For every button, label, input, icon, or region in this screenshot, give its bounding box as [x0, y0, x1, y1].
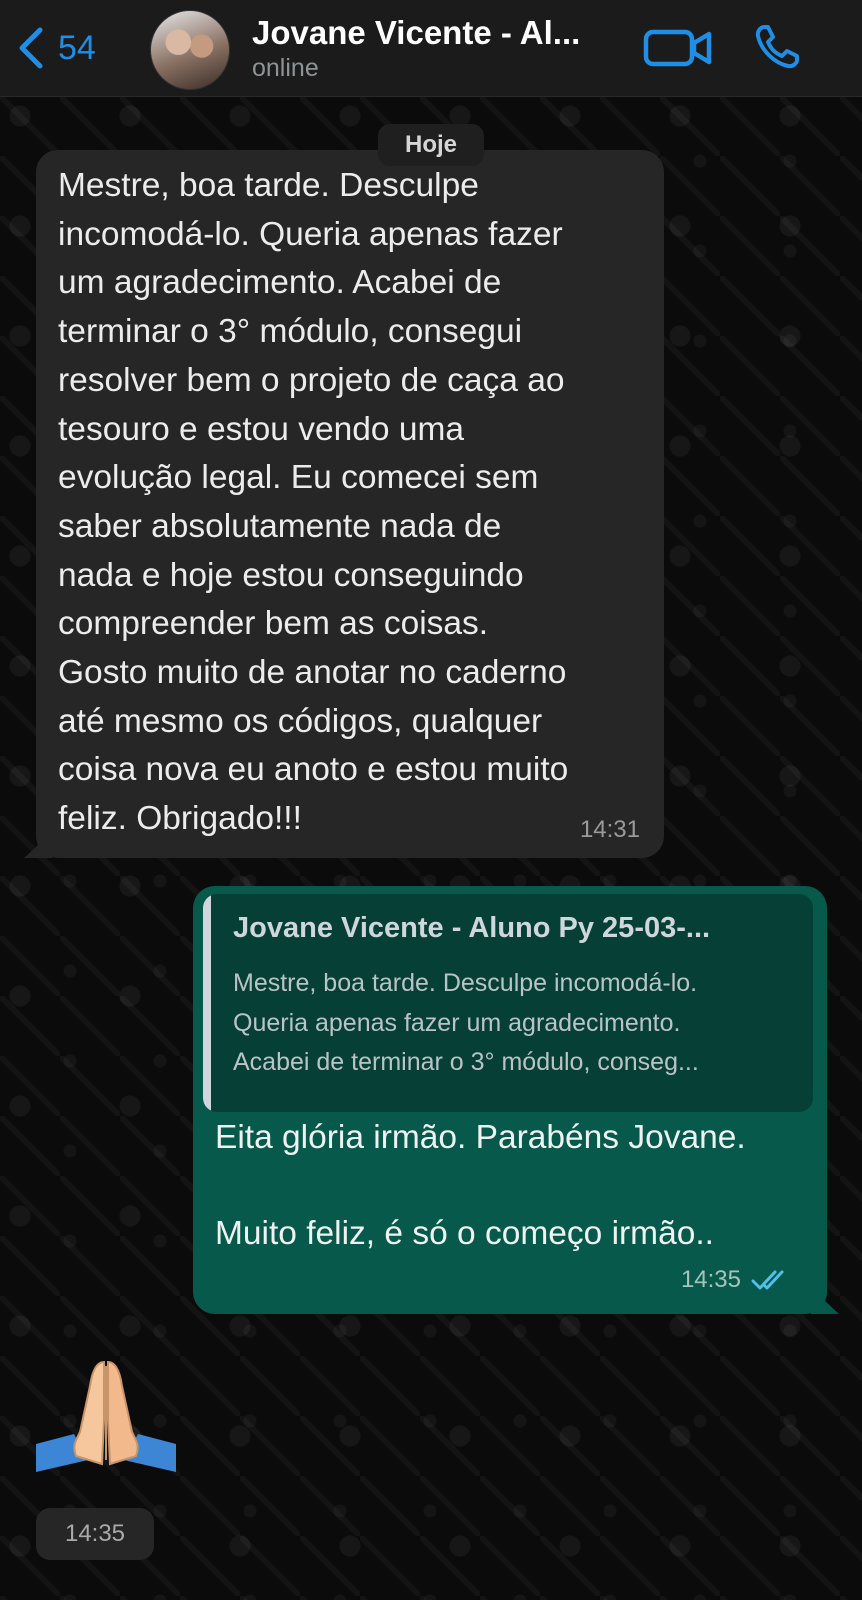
- incoming-message[interactable]: Mestre, boa tarde. Desculpe incomodá-lo.…: [36, 150, 664, 858]
- folded-hands-icon[interactable]: [36, 1360, 176, 1472]
- phone-call-icon[interactable]: [752, 22, 802, 72]
- message-time: 14:31: [579, 816, 640, 843]
- back-button[interactable]: 54: [16, 22, 96, 74]
- quoted-reply[interactable]: Jovane Vicente - Aluno Py 25-03-... Mest…: [203, 894, 813, 1112]
- message-meta: 14:35: [681, 1266, 791, 1294]
- chevron-left-icon: [19, 27, 43, 69]
- contact-name[interactable]: Jovane Vicente - Al...: [252, 14, 612, 52]
- message-text: Eita glória irmão. Parabéns Jovane. Muit…: [215, 1119, 746, 1252]
- video-call-icon[interactable]: [643, 28, 713, 68]
- contact-status: online: [252, 54, 319, 82]
- quote-bar: [203, 894, 211, 1112]
- contact-avatar[interactable]: [150, 10, 230, 90]
- date-separator: Hoje: [378, 124, 484, 166]
- quote-author: Jovane Vicente - Aluno Py 25-03-...: [233, 912, 711, 944]
- message-time: 14:35: [680, 1266, 741, 1293]
- outgoing-message[interactable]: Jovane Vicente - Aluno Py 25-03-... Mest…: [193, 886, 827, 1314]
- quote-text: Mestre, boa tarde. Desculpe incomodá-lo.…: [233, 969, 699, 1076]
- double-check-icon: [751, 1270, 784, 1290]
- chat-header: 54 Jovane Vicente - Al... online: [0, 0, 862, 97]
- message-time: 14:35: [36, 1508, 154, 1560]
- unread-count: 54: [58, 28, 96, 67]
- message-text: Mestre, boa tarde. Desculpe incomodá-lo.…: [58, 167, 569, 838]
